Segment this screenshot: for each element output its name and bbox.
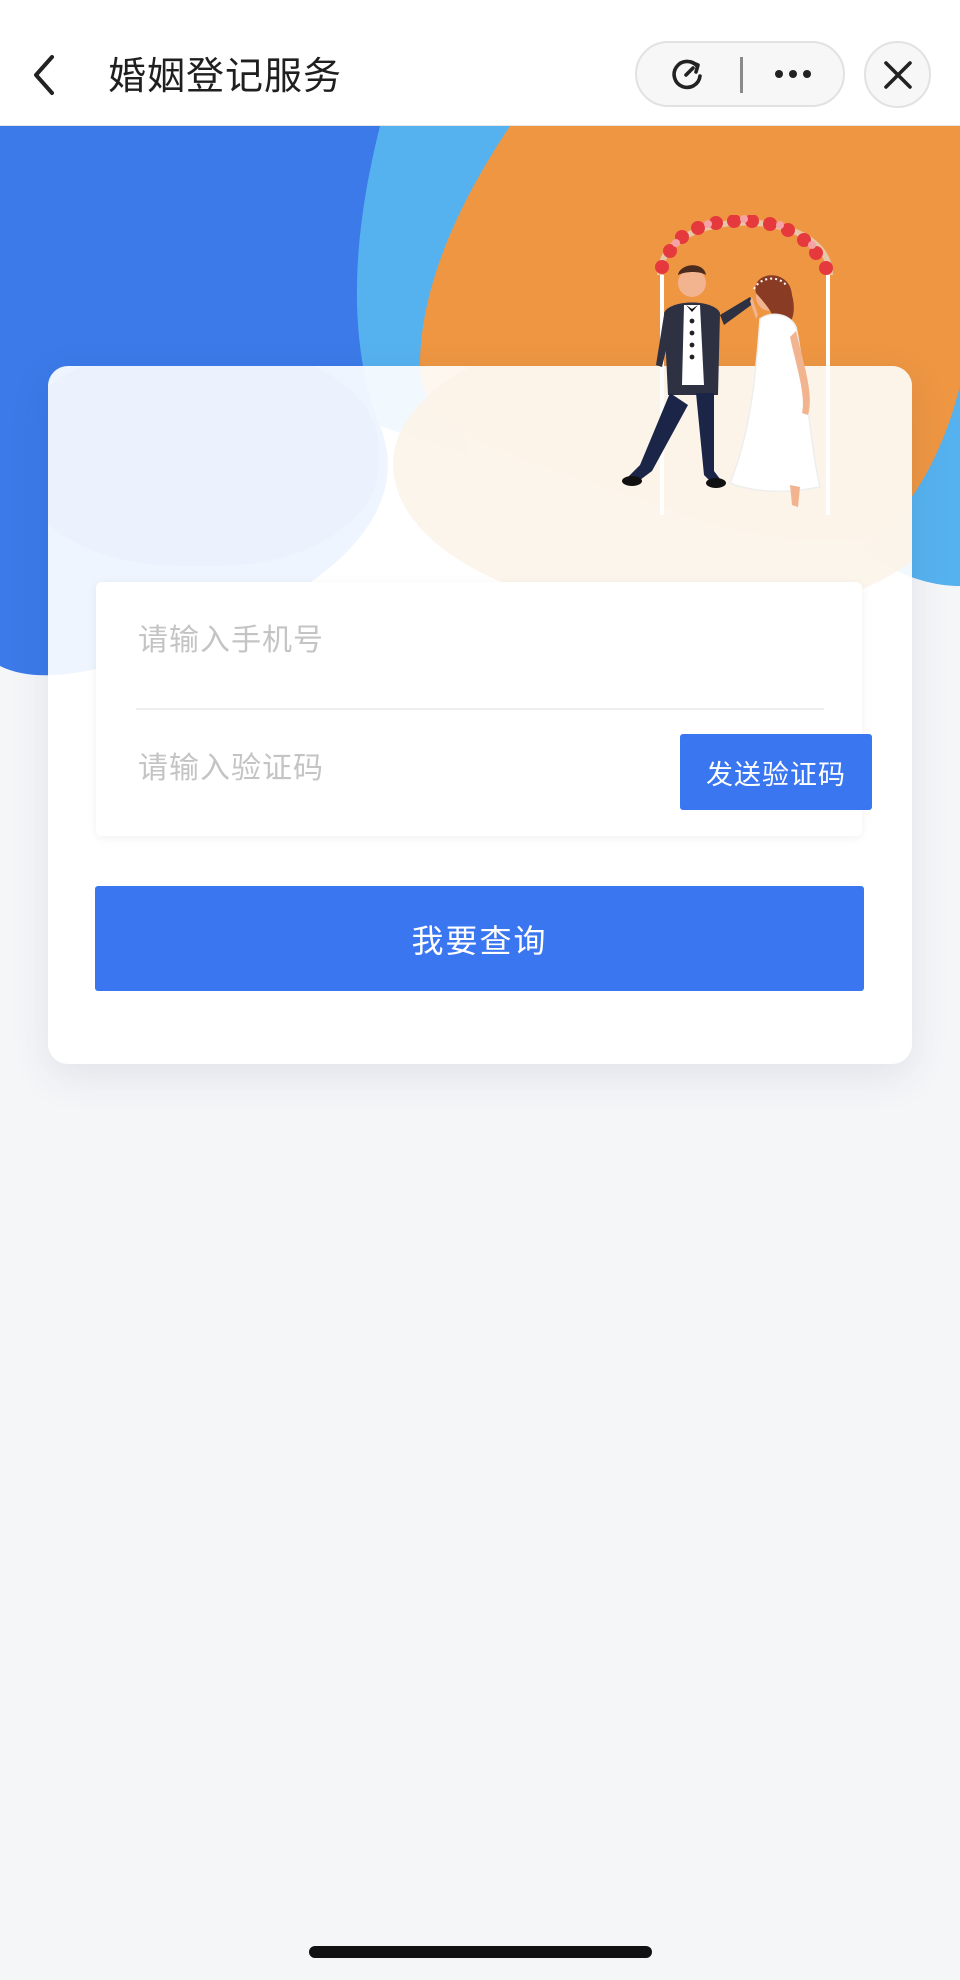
back-button[interactable] [22,40,68,110]
mini-program-capsule [635,41,845,107]
top-navigation-bar: 婚姻登记服务 [0,0,960,126]
login-form: 发送验证码 [96,582,872,836]
wedding-couple-illustration [622,215,833,515]
close-icon [883,60,912,89]
chevron-left-icon [34,55,54,95]
page-title: 婚姻登记服务 [108,54,343,98]
form-divider [136,708,824,710]
refresh-button[interactable] [647,43,727,105]
send-code-button[interactable]: 发送验证码 [680,734,872,810]
card-decoration-blue [48,366,378,566]
query-button[interactable]: 我要查询 [95,886,864,991]
more-dots-icon [775,70,811,78]
refresh-icon [672,59,702,90]
phone-input[interactable] [136,610,616,670]
capsule-divider [740,57,743,93]
verification-code-input[interactable] [136,738,616,798]
home-indicator [309,1946,652,1958]
close-button[interactable] [864,41,931,108]
more-button[interactable] [749,43,837,105]
